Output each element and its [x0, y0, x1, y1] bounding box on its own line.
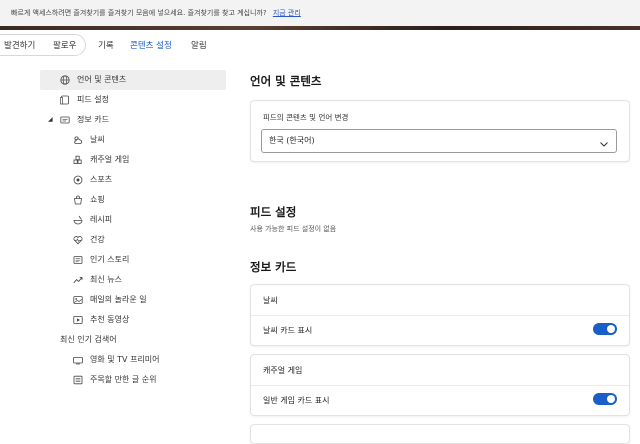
sidebar-item-label: 피드 설정: [77, 95, 109, 104]
sidebar-item-label: 추천 동영상: [90, 315, 130, 324]
list-icon: [73, 375, 83, 385]
divider: [251, 315, 629, 316]
nav-content-settings[interactable]: 콘텐츠 설정: [130, 39, 172, 51]
feed-section-note: 사용 가능한 피드 설정이 없음: [250, 225, 337, 233]
shopping-icon: [73, 195, 83, 205]
casual-games-card-toggle[interactable]: [593, 393, 617, 405]
sidebar-item-label: 언어 및 콘텐츠: [77, 75, 127, 84]
sidebar-item-info-cards[interactable]: ◢ 정보 카드: [40, 110, 226, 130]
casual-games-card: 캐주얼 게임 일반 게임 카드 표시: [250, 354, 630, 416]
top-navigation: 발견하기 팔로우 기록 콘텐츠 설정 알림: [0, 30, 640, 58]
sidebar-item-recipes[interactable]: 레시피: [40, 210, 226, 230]
sidebar-item-label: 최신 뉴스: [90, 275, 122, 284]
language-field-label: 피드의 콘텐츠 및 언어 변경: [263, 113, 349, 122]
card-icon: [60, 115, 70, 125]
story-icon: [73, 255, 83, 265]
expand-triangle-icon[interactable]: ◢: [48, 110, 53, 130]
weather-card-toggle[interactable]: [593, 323, 617, 335]
favorites-banner: 빠르게 액세스하려면 즐겨찾기를 즐겨찾기 모음에 넣으세요. 즐겨찾기를 찾고…: [0, 0, 640, 27]
recipe-icon: [73, 215, 83, 225]
sidebar-item-notable-rankings[interactable]: 주목할 만한 글 순위: [40, 370, 226, 390]
sidebar-item-feed-settings[interactable]: 피드 설정: [40, 90, 226, 110]
banner-link[interactable]: 지금 관리: [273, 9, 301, 17]
sidebar-item-trending-searches[interactable]: 최신 인기 검색어: [40, 330, 226, 350]
language-select[interactable]: 한국 (한국어): [261, 129, 617, 153]
sidebar-item-top-stories[interactable]: 인기 스토리: [40, 250, 226, 270]
nav-discover[interactable]: 발견하기: [4, 39, 35, 51]
sidebar-item-label: 건강: [90, 235, 105, 244]
sidebar-item-label: 레시피: [90, 215, 113, 224]
sidebar-item-sports[interactable]: 스포츠: [40, 170, 226, 190]
casual-games-card-toggle-label: 일반 게임 카드 표시: [263, 396, 330, 405]
language-select-value: 한국 (한국어): [269, 136, 315, 145]
sidebar-item-label: 영화 및 TV 프리미어: [90, 355, 160, 364]
next-card: [250, 424, 630, 444]
casual-games-card-title: 캐주얼 게임: [263, 366, 303, 375]
sidebar-item-label: 쇼핑: [90, 195, 105, 204]
sidebar-item-label: 인기 스토리: [90, 255, 130, 264]
sidebar-item-latest-news[interactable]: 최신 뉴스: [40, 270, 226, 290]
sidebar-item-label: 스포츠: [90, 175, 113, 184]
chevron-down-icon: [599, 136, 609, 147]
sidebar-item-label: 날씨: [90, 135, 105, 144]
toggle-knob: [607, 325, 615, 333]
sidebar-item-recommended-videos[interactable]: 추천 동영상: [40, 310, 226, 330]
divider: [251, 385, 629, 386]
nav-following[interactable]: 팔로우: [53, 39, 76, 51]
sidebar-item-casual-games[interactable]: 캐주얼 게임: [40, 150, 226, 170]
sidebar-item-label: 최신 인기 검색어: [60, 335, 117, 344]
sidebar-item-label: 매일의 놀라운 일: [90, 295, 147, 304]
health-icon: [73, 235, 83, 245]
game-icon: [73, 155, 83, 165]
language-card: 피드의 콘텐츠 및 언어 변경 한국 (한국어): [250, 100, 630, 162]
weather-icon: [73, 135, 83, 145]
weather-card-title: 날씨: [263, 296, 278, 305]
sports-icon: [73, 175, 83, 185]
sidebar-item-health[interactable]: 건강: [40, 230, 226, 250]
weather-card: 날씨 날씨 카드 표시: [250, 284, 630, 346]
feed-icon: [60, 95, 70, 105]
sidebar-item-shopping[interactable]: 쇼핑: [40, 190, 226, 210]
sidebar-item-label: 주목할 만한 글 순위: [90, 375, 157, 384]
video-icon: [73, 315, 83, 325]
weather-card-toggle-label: 날씨 카드 표시: [263, 326, 313, 335]
sidebar-item-language[interactable]: 언어 및 콘텐츠: [40, 70, 226, 90]
tv-icon: [73, 355, 83, 365]
sidebar-item-movies-tv[interactable]: 영화 및 TV 프리미어: [40, 350, 226, 370]
banner-text: 빠르게 액세스하려면 즐겨찾기를 즐겨찾기 모음에 넣으세요. 즐겨찾기를 찾고…: [11, 9, 267, 17]
sidebar-item-label: 정보 카드: [77, 115, 109, 124]
nav-history[interactable]: 기록: [98, 39, 114, 51]
info-section-title: 정보 카드: [250, 260, 297, 274]
image-icon: [73, 295, 83, 305]
language-section-title: 언어 및 콘텐츠: [250, 74, 322, 88]
trending-icon: [73, 275, 83, 285]
sidebar-item-weather[interactable]: 날씨: [40, 130, 226, 150]
feed-section-title: 피드 설정: [250, 205, 297, 219]
globe-icon: [60, 75, 70, 85]
settings-sidebar: 언어 및 콘텐츠 피드 설정 ◢ 정보 카드 날씨 캐주얼 게임 스포츠 쇼핑 …: [40, 70, 226, 390]
toggle-knob: [607, 395, 615, 403]
sidebar-item-daily-wonder[interactable]: 매일의 놀라운 일: [40, 290, 226, 310]
nav-notifications[interactable]: 알림: [191, 39, 207, 51]
sidebar-item-label: 캐주얼 게임: [90, 155, 130, 164]
